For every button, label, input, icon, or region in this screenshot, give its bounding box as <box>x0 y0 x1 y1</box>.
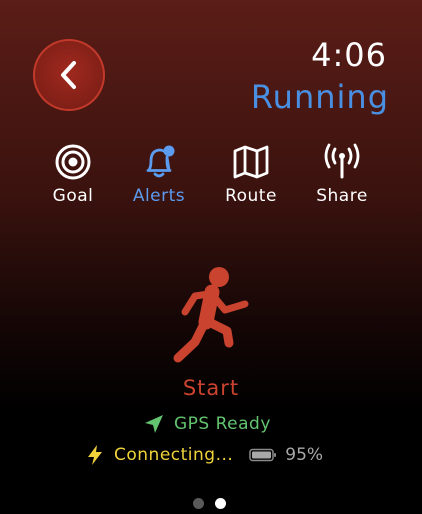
toolbar-route[interactable]: Route <box>211 143 291 213</box>
back-button[interactable] <box>33 39 105 111</box>
workout-screen: 4:06 Running Goal Alerts Route Share Sta… <box>0 0 422 514</box>
toolbar-goal[interactable]: Goal <box>33 143 113 213</box>
battery-icon <box>249 448 277 462</box>
broadcast-icon <box>302 143 382 183</box>
page-indicator <box>193 498 226 509</box>
toolbar-alerts-label: Alerts <box>132 186 186 206</box>
battery-indicator: 95% <box>249 445 323 465</box>
toolbar-alerts[interactable]: Alerts <box>119 143 199 213</box>
map-icon <box>211 143 291 183</box>
chevron-left-icon <box>61 61 76 89</box>
target-icon <box>33 143 113 183</box>
start-workout-button[interactable]: Start <box>151 254 271 412</box>
bell-icon <box>119 143 199 183</box>
toolbar-goal-label: Goal <box>52 186 94 206</box>
start-label: Start <box>182 376 240 400</box>
connection-status: Connecting... 95% <box>86 443 323 467</box>
toolbar-share-label: Share <box>316 186 368 206</box>
toolbar-share[interactable]: Share <box>302 143 382 213</box>
gps-status: GPS Ready <box>144 412 271 436</box>
location-arrow-icon <box>145 415 163 433</box>
connection-status-label: Connecting... <box>114 445 234 465</box>
lightning-icon <box>88 445 102 465</box>
page-dot-2[interactable] <box>215 498 226 509</box>
runner-icon <box>173 267 249 363</box>
page-title: Running <box>250 78 389 116</box>
page-dot-1[interactable] <box>193 498 204 509</box>
status-time: 4:06 <box>311 36 387 74</box>
gps-status-label: GPS Ready <box>174 414 271 434</box>
battery-percent: 95% <box>285 445 324 465</box>
toolbar-route-label: Route <box>225 186 277 206</box>
